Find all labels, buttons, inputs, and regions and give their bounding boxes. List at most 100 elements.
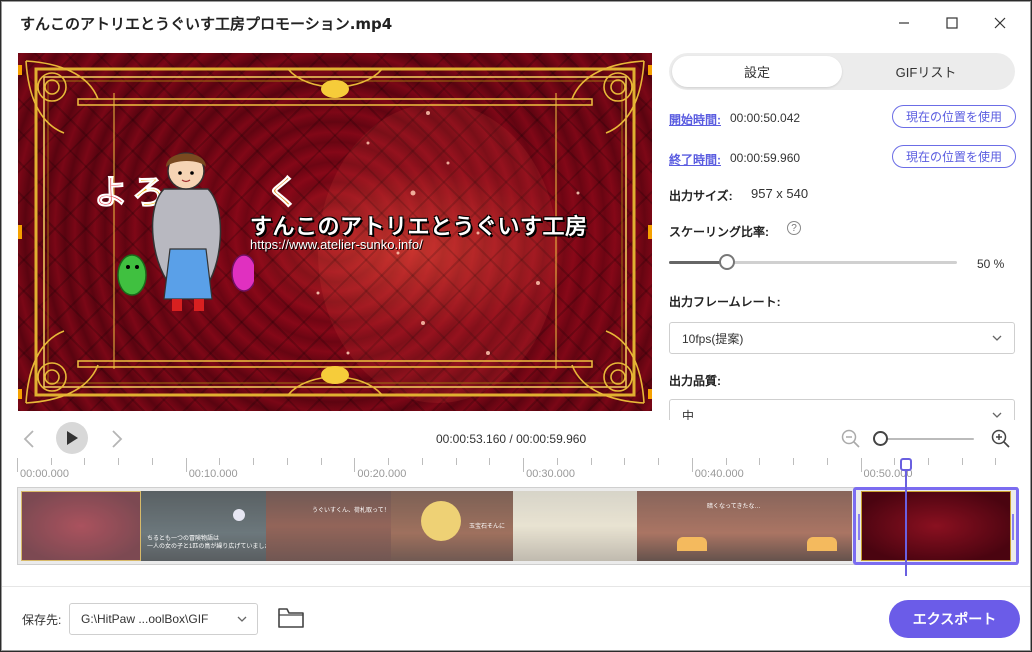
play-icon	[67, 431, 78, 445]
selection-end-handle[interactable]	[1012, 514, 1014, 540]
ruler-tick	[725, 458, 727, 465]
ruler-tick	[17, 458, 18, 472]
ruler-tick	[860, 458, 862, 472]
ruler-label: 00:10.000	[188, 468, 238, 480]
ruler-label: 00:20.000	[357, 468, 407, 480]
edge-marker	[18, 65, 22, 75]
playhead-line	[905, 468, 907, 576]
previous-frame-button[interactable]	[18, 428, 40, 450]
thumbnail-caption: ちるとも一つの冒険物語は 一人の女の子と1匹の鳥が繰り広げていました。	[147, 536, 266, 550]
ruler-tick	[151, 458, 153, 465]
ruler-tick	[624, 458, 626, 465]
edge-marker	[648, 225, 652, 239]
ruler-tick	[320, 458, 322, 465]
selection-range[interactable]	[853, 487, 1019, 565]
close-button[interactable]	[977, 8, 1023, 38]
framerate-selected: 10fps(提案)	[682, 331, 744, 346]
chevron-down-icon	[992, 335, 1002, 341]
ruler-tick	[50, 458, 52, 465]
mascot-illustration	[117, 152, 254, 311]
thumbnail	[21, 491, 141, 561]
chevron-down-icon	[992, 412, 1002, 418]
save-path-value: G:\HitPaw ...oolBox\GIF	[81, 612, 209, 626]
timeline-ruler[interactable]: 00:00.000 00:10.000 00:20.000 00:30.000 00:4…	[16, 458, 1016, 482]
ruler-tick	[286, 458, 288, 465]
framerate-select[interactable]: 10fps(提案)	[669, 322, 1015, 354]
minimize-icon	[899, 22, 909, 24]
ruler-tick	[421, 458, 423, 465]
ruler-tick	[961, 458, 963, 465]
edge-marker	[648, 389, 652, 399]
end-time-value: 00:00:59.960	[730, 151, 801, 165]
use-current-position-end-button[interactable]: 現在の位置を使用	[892, 145, 1016, 168]
minimize-button[interactable]	[881, 8, 927, 38]
ruler-tick	[84, 458, 86, 465]
start-time-value: 00:00:50.042	[730, 111, 801, 125]
selection-start-handle[interactable]	[858, 514, 860, 540]
use-current-position-start-button[interactable]: 現在の位置を使用	[892, 105, 1016, 128]
thumbnail: ちるとも一つの冒険物語は 一人の女の子と1匹の鳥が繰り広げていました。	[141, 491, 266, 561]
save-location-label: 保存先:	[22, 613, 62, 627]
help-icon[interactable]: ?	[787, 221, 801, 235]
framerate-label: 出力フレームレート:	[669, 295, 781, 309]
ruler-tick	[590, 458, 592, 465]
ruler-tick	[185, 458, 187, 472]
thumbnail-caption: 玉宝石そんに	[469, 524, 506, 530]
ruler-tick	[826, 458, 828, 465]
maximize-icon	[946, 17, 958, 29]
tab-gif-list[interactable]: GIFリスト	[841, 56, 1011, 87]
playback-time: 00:00:53.160 / 00:00:59.960	[436, 432, 587, 446]
ruler-tick	[894, 458, 896, 465]
export-button[interactable]: エクスポート	[889, 600, 1020, 638]
edge-marker	[18, 225, 22, 239]
thumbnail: 玉宝石そんに	[391, 491, 513, 561]
chevron-right-icon	[112, 430, 123, 448]
ruler-label: 00:40.000	[694, 468, 744, 480]
ruler-tick	[995, 458, 997, 465]
ruler-label: 00:00.000	[20, 468, 69, 480]
thumbnail: うぐいすくん、荷札取って！	[266, 491, 391, 561]
start-time-link[interactable]: 開始時間:	[669, 111, 721, 128]
zoom-in-icon[interactable]	[991, 429, 1011, 449]
save-path-select[interactable]: G:\HitPaw ...oolBox\GIF	[69, 603, 258, 635]
playback-bar: 00:00:53.160 / 00:00:59.960	[2, 420, 1030, 460]
quality-label: 出力品質:	[669, 374, 721, 388]
ruler-tick	[691, 458, 693, 472]
footer-divider	[2, 586, 1030, 587]
end-time-link[interactable]: 終了時間:	[669, 151, 721, 168]
tab-settings[interactable]: 設定	[672, 56, 842, 87]
scaling-slider-fill	[669, 261, 727, 264]
ruler-tick	[118, 458, 120, 465]
edge-marker	[18, 389, 22, 399]
ruler-tick	[455, 458, 457, 465]
maximize-button[interactable]	[929, 8, 975, 38]
play-button[interactable]	[56, 422, 88, 454]
zoom-out-icon[interactable]	[841, 429, 861, 449]
close-icon	[994, 17, 1006, 29]
ruler-tick	[388, 458, 390, 465]
zoom-slider-thumb[interactable]	[873, 431, 888, 446]
folder-icon[interactable]	[278, 607, 304, 629]
scaling-slider-thumb[interactable]	[718, 254, 735, 270]
ruler-label: 00:30.000	[526, 468, 576, 480]
greeting-char: く	[266, 173, 304, 214]
ruler-tick	[927, 458, 929, 465]
ruler-tick	[556, 458, 558, 465]
ruler-tick	[793, 458, 795, 465]
chevron-left-icon	[23, 430, 34, 448]
next-frame-button[interactable]	[106, 428, 128, 450]
zoom-slider-track[interactable]	[880, 438, 974, 440]
output-size-label: 出力サイズ:	[669, 189, 733, 203]
ruler-tick	[523, 458, 525, 472]
ruler-tick	[354, 458, 356, 472]
playhead-handle[interactable]	[900, 458, 912, 471]
ruler-tick	[759, 458, 761, 465]
thumbnail-caption: うぐいすくん、荷札取って！	[312, 508, 390, 514]
scaling-value: 50 %	[977, 257, 1005, 271]
thumbnail-caption: 暗くなってきたな…	[707, 504, 761, 510]
thumbnail: 暗くなってきたな…	[637, 491, 852, 561]
video-preview: よろしく すんこのアトリエとうぐいす工房 https://www.atelier…	[18, 53, 652, 411]
ruler-tick	[219, 458, 221, 465]
studio-url-overlay: https://www.atelier-sunko.info/	[250, 237, 423, 252]
ruler-tick	[658, 458, 660, 465]
